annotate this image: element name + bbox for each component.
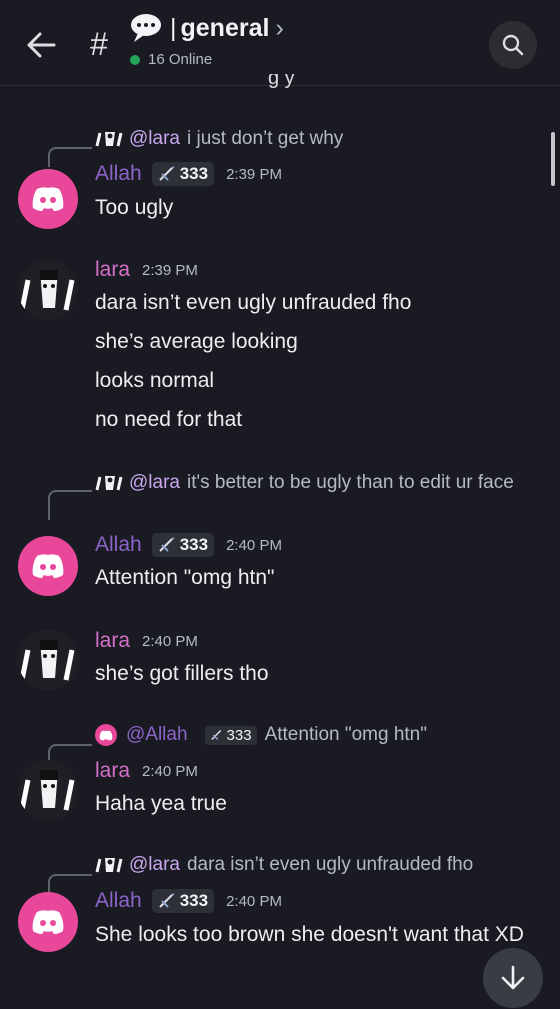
avatar[interactable] [18, 536, 78, 596]
jump-to-bottom-button[interactable] [483, 948, 543, 1008]
avatar[interactable] [18, 760, 78, 820]
avatar[interactable] [18, 630, 78, 690]
discord-logo-icon [32, 554, 64, 578]
message-header: lara 2:39 PM [95, 258, 198, 282]
role-badge-label: 333 [179, 891, 209, 910]
role-badge: 333 [204, 725, 257, 745]
role-badge-label: 333 [226, 726, 252, 744]
role-badge[interactable]: 333 [151, 889, 215, 913]
sword-icon [158, 537, 175, 552]
lara-avatar-icon [95, 475, 123, 491]
message-header: Allah 333 2:40 PM [95, 889, 282, 913]
online-dot-icon [130, 54, 140, 65]
sword-icon [210, 729, 221, 741]
back-arrow-icon[interactable] [24, 28, 58, 62]
reply-mention: @lara [129, 854, 180, 875]
reply-preview[interactable]: @lara it's better to be ugly than to edit… [95, 469, 535, 496]
message-line: she’s got fillers tho [95, 662, 269, 685]
arrow-down-icon [501, 965, 525, 990]
title-separator: | [170, 14, 177, 42]
speech-bubble-icon [128, 12, 164, 44]
author-name[interactable]: Allah [95, 162, 142, 186]
message-line: Attention "omg htn" [95, 566, 275, 589]
avatar[interactable] [18, 260, 78, 320]
message-header: Allah 333 2:39 PM [95, 162, 282, 186]
reply-text: it's better to be ugly than to edit ur f… [186, 472, 514, 493]
reply-preview[interactable]: @Allah 333 Attention "omg htn" [95, 724, 427, 746]
lara-avatar-icon [95, 132, 123, 147]
author-name[interactable]: lara [95, 759, 130, 783]
timestamp: 2:40 PM [226, 892, 282, 910]
channel-hash-icon: # [90, 26, 108, 62]
discord-logo-icon [32, 910, 64, 934]
avatar[interactable] [18, 892, 78, 952]
reply-connector [48, 147, 92, 167]
role-badge[interactable]: 333 [151, 162, 215, 186]
reply-mention: @Allah [126, 724, 188, 745]
message-line: no need for that [95, 408, 243, 431]
channel-title[interactable]: | general › [170, 14, 284, 43]
message-line: Too ugly [95, 196, 174, 219]
discord-logo-icon [32, 187, 64, 211]
search-icon [502, 34, 524, 56]
channel-name: general [180, 14, 270, 42]
message-line: She looks too brown she doesn't want tha… [95, 923, 524, 946]
message-header: lara 2:40 PM [95, 629, 198, 653]
lara-avatar-icon [18, 260, 78, 320]
avatar[interactable] [18, 169, 78, 229]
chevron-right-icon: › [275, 14, 284, 42]
role-badge-label: 333 [179, 535, 209, 554]
scrollbar[interactable] [551, 132, 555, 186]
message-line: dara isn’t even ugly unfrauded fho [95, 291, 412, 314]
reply-preview[interactable]: @lara dara isn’t even ugly unfrauded fho [95, 854, 473, 876]
author-name[interactable]: Allah [95, 533, 142, 557]
lara-avatar-icon [95, 858, 123, 873]
message-line: looks normal [95, 369, 215, 392]
role-badge[interactable]: 333 [151, 533, 215, 557]
reply-preview[interactable]: @lara i just don’t get why [95, 128, 343, 150]
author-name[interactable]: lara [95, 258, 130, 282]
reply-mention: @lara [129, 472, 180, 493]
message-header: lara 2:40 PM [95, 759, 198, 783]
timestamp: 2:40 PM [142, 762, 198, 780]
reply-connector [48, 874, 92, 894]
discord-logo-icon [95, 724, 117, 746]
author-name[interactable]: Allah [95, 889, 142, 913]
timestamp: 2:40 PM [142, 632, 198, 650]
previous-message-fragment: g y [268, 74, 295, 89]
sword-icon [158, 166, 175, 181]
timestamp: 2:40 PM [226, 536, 282, 554]
message-header: Allah 333 2:40 PM [95, 533, 282, 557]
reply-text: Attention "omg htn" [264, 724, 427, 745]
reply-mention: @lara [129, 128, 180, 149]
reply-connector [48, 490, 92, 520]
author-name[interactable]: lara [95, 629, 130, 653]
reply-text: dara isn’t even ugly unfrauded fho [186, 854, 474, 875]
timestamp: 2:39 PM [226, 165, 282, 183]
timestamp: 2:39 PM [142, 261, 198, 279]
lara-avatar-icon [18, 630, 78, 690]
reply-text: i just don’t get why [186, 128, 344, 149]
search-button[interactable] [489, 21, 537, 69]
sword-icon [158, 893, 175, 908]
online-count: 16 Online [148, 51, 213, 68]
online-status: 16 Online [130, 51, 212, 68]
message-line: Haha yea true [95, 792, 227, 815]
message-line: she’s average looking [95, 330, 298, 353]
lara-avatar-icon [18, 760, 78, 820]
role-badge-label: 333 [179, 164, 209, 183]
